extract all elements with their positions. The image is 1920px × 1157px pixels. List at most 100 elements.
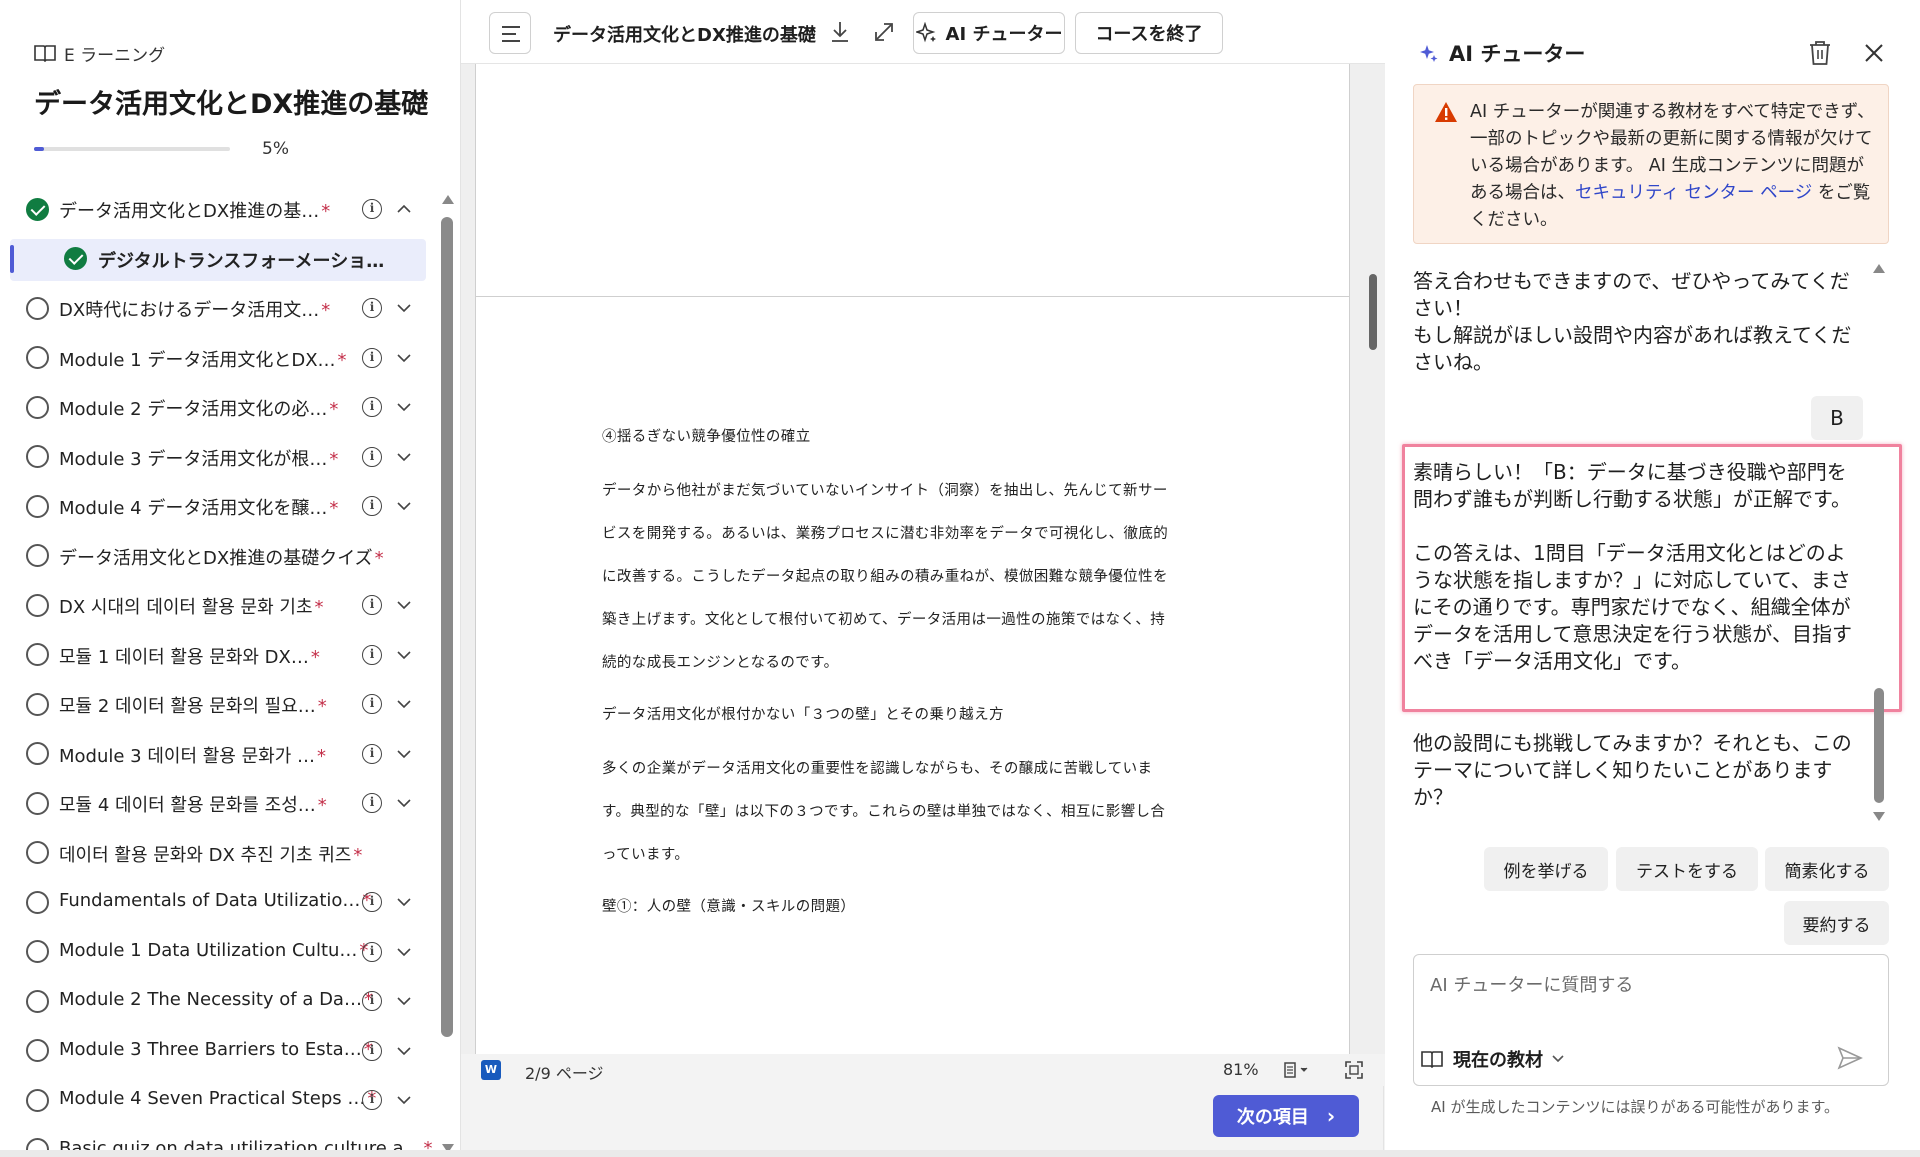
outline-item-text: DX時代におけるデータ活用文… [59,300,320,321]
info-icon[interactable]: i [362,991,382,1011]
menu-icon-line [502,33,516,35]
chevron-down-icon[interactable] [396,1092,412,1108]
chevron-down-icon[interactable] [396,993,412,1009]
chat-scroll-up-icon[interactable] [1873,264,1885,273]
outline-item[interactable]: Module 1 データ活用文化とDX… * i [0,336,432,380]
info-icon[interactable]: i [362,694,382,714]
document-viewer[interactable]: ④揺るぎない競争優位性の確立 データから他社がまだ気づいていないインサイト（洞察）… [461,64,1385,1054]
info-icon[interactable]: i [362,793,382,813]
page-view-icon[interactable] [1283,1062,1313,1078]
completed-check-icon [64,247,87,270]
chip-test[interactable]: テストをする [1616,847,1758,891]
required-marker: * [329,399,339,420]
info-icon[interactable]: i [362,298,382,318]
ai-tutor-button-label: AI チューター [945,24,1063,45]
outline-item-label: Module 3 데이터 활용 문화가 … * [59,742,326,768]
outline-item[interactable]: 모듈 1 데이터 활용 문화와 DX… * i [0,633,432,677]
chevron-down-icon[interactable] [396,944,412,960]
chevron-down-icon[interactable] [396,350,412,366]
outline-item-text: Module 1 データ活用文化とDX… [59,349,336,371]
info-icon[interactable]: i [362,1040,382,1061]
chat-scroll-thumb[interactable] [1874,688,1884,803]
scroll-thumb[interactable] [441,217,453,1037]
document-status-bar: W 2/9 ページ 81% [461,1054,1385,1086]
zoom-level[interactable]: 81% [1223,1060,1259,1079]
outline-item[interactable]: 모듈 2 데이터 활용 문화의 필요… * i [0,682,432,726]
chevron-down-icon[interactable] [396,696,412,712]
outline-item-label: データ活用文化とDX推進の基礎クイズ * [59,544,384,570]
outline-item[interactable]: Module 4 データ活用文化を醸… * i [0,484,432,528]
outline-item[interactable]: 모듈 4 데이터 활용 문화를 조성… * i [0,781,432,825]
document-toolbar: データ活用文化とDX推進の基礎 AI チューター コースを終了 [461,0,1385,64]
chip-simplify[interactable]: 簡素化する [1765,847,1889,891]
outline-item[interactable]: Module 1 Data Utilization Cultu… * i [0,930,432,974]
download-icon[interactable] [827,19,853,45]
expand-icon[interactable] [871,19,897,45]
ai-tutor-button[interactable]: AI チューター [913,12,1065,54]
chevron-down-icon[interactable] [396,1043,412,1059]
required-marker: * [317,795,327,816]
required-marker: * [337,349,347,371]
user-message: B [1811,396,1863,440]
chevron-down-icon[interactable] [396,647,412,663]
toggle-outline-button[interactable] [489,12,531,54]
document-text-line: す。典型的な「壁」は以下の３つです。これらの壁は単独ではなく、相互に影響し合 [602,804,1166,820]
chevron-down-icon[interactable] [396,300,412,316]
chat-scroll-down-icon[interactable] [1873,812,1885,821]
document-scroll-thumb[interactable] [1369,274,1377,350]
close-icon[interactable] [1863,42,1885,64]
chip-example[interactable]: 例を挙げる [1484,847,1608,891]
info-icon[interactable]: i [362,743,382,764]
required-marker: * [374,547,384,569]
chevron-down-icon[interactable] [396,894,412,910]
chevron-up-icon[interactable] [396,201,412,217]
outline-item[interactable]: Fundamentals of Data Utilizatio… * i [0,880,432,924]
outline-item[interactable]: 데이터 활용 문화와 DX 추진 기초 퀴즈 * [0,831,432,875]
incomplete-circle-icon [26,593,49,617]
incomplete-circle-icon [26,544,49,567]
chevron-down-icon[interactable] [396,746,412,762]
send-icon[interactable] [1837,1046,1863,1070]
incomplete-circle-icon [26,890,49,914]
scope-selector[interactable]: 現在の教材 [1421,1044,1575,1074]
outline-item[interactable]: Module 4 Seven Practical Steps … * i [0,1078,432,1122]
scroll-up-icon[interactable] [442,195,454,204]
outline-subitem[interactable]: デジタルトランスフォーメーショ… [0,237,432,281]
outline-item[interactable]: Module 3 データ活用文化が根… * i [0,435,432,479]
info-icon[interactable]: i [362,595,382,615]
info-icon[interactable]: i [362,446,382,467]
next-item-button[interactable]: 次の項目 › [1213,1095,1359,1137]
security-center-link[interactable]: セキュリティ センター ページ [1575,183,1812,203]
outline-item[interactable]: DX時代におけるデータ活用文… * i [0,286,432,330]
outline-item[interactable]: Module 3 데이터 활용 문화가 … * i [0,732,432,776]
info-icon[interactable]: i [362,892,382,912]
info-icon[interactable]: i [362,941,382,962]
brand[interactable]: E ラーニング [34,40,165,66]
chevron-down-icon[interactable] [396,449,412,465]
progress-fill [34,147,44,151]
info-icon[interactable]: i [362,496,382,516]
chevron-down-icon[interactable] [396,795,412,811]
outline-item[interactable]: Module 2 The Necessity of a Da… * i [0,979,432,1023]
info-icon[interactable]: i [362,644,382,665]
info-icon[interactable]: i [362,397,382,417]
info-icon[interactable]: i [362,199,382,219]
exit-course-button[interactable]: コースを終了 [1075,12,1223,54]
fit-page-icon[interactable] [1344,1060,1364,1080]
info-icon[interactable]: i [362,347,382,368]
outline-item[interactable]: Module 3 Three Barriers to Esta… * i [0,1029,432,1073]
chevron-down-icon[interactable] [396,498,412,514]
info-icon[interactable]: i [362,1090,382,1110]
trash-icon[interactable] [1808,40,1832,66]
outline-item[interactable]: データ活用文化とDX推進の基… * i [0,195,432,231]
brand-label: E ラーニング [64,45,166,66]
chip-summarize[interactable]: 要約する [1784,901,1889,945]
chevron-down-icon[interactable] [396,399,412,415]
outline-item[interactable]: Module 2 データ活用文化の必… * i [0,385,432,429]
ai-tutor-panel: AI チューター AI チューターが関連する教材をすべて特定できず、一部のトピッ… [1385,0,1920,1157]
sidebar-scrollbar[interactable] [440,195,454,1153]
chevron-down-icon[interactable] [396,597,412,613]
outline-item[interactable]: DX 시대의 데이터 활용 문화 기초 * i [0,583,432,627]
outline-item[interactable]: データ活用文化とDX推進の基礎クイズ * [0,534,432,578]
outline-item-label: DX時代におけるデータ活用文… * [59,296,330,322]
